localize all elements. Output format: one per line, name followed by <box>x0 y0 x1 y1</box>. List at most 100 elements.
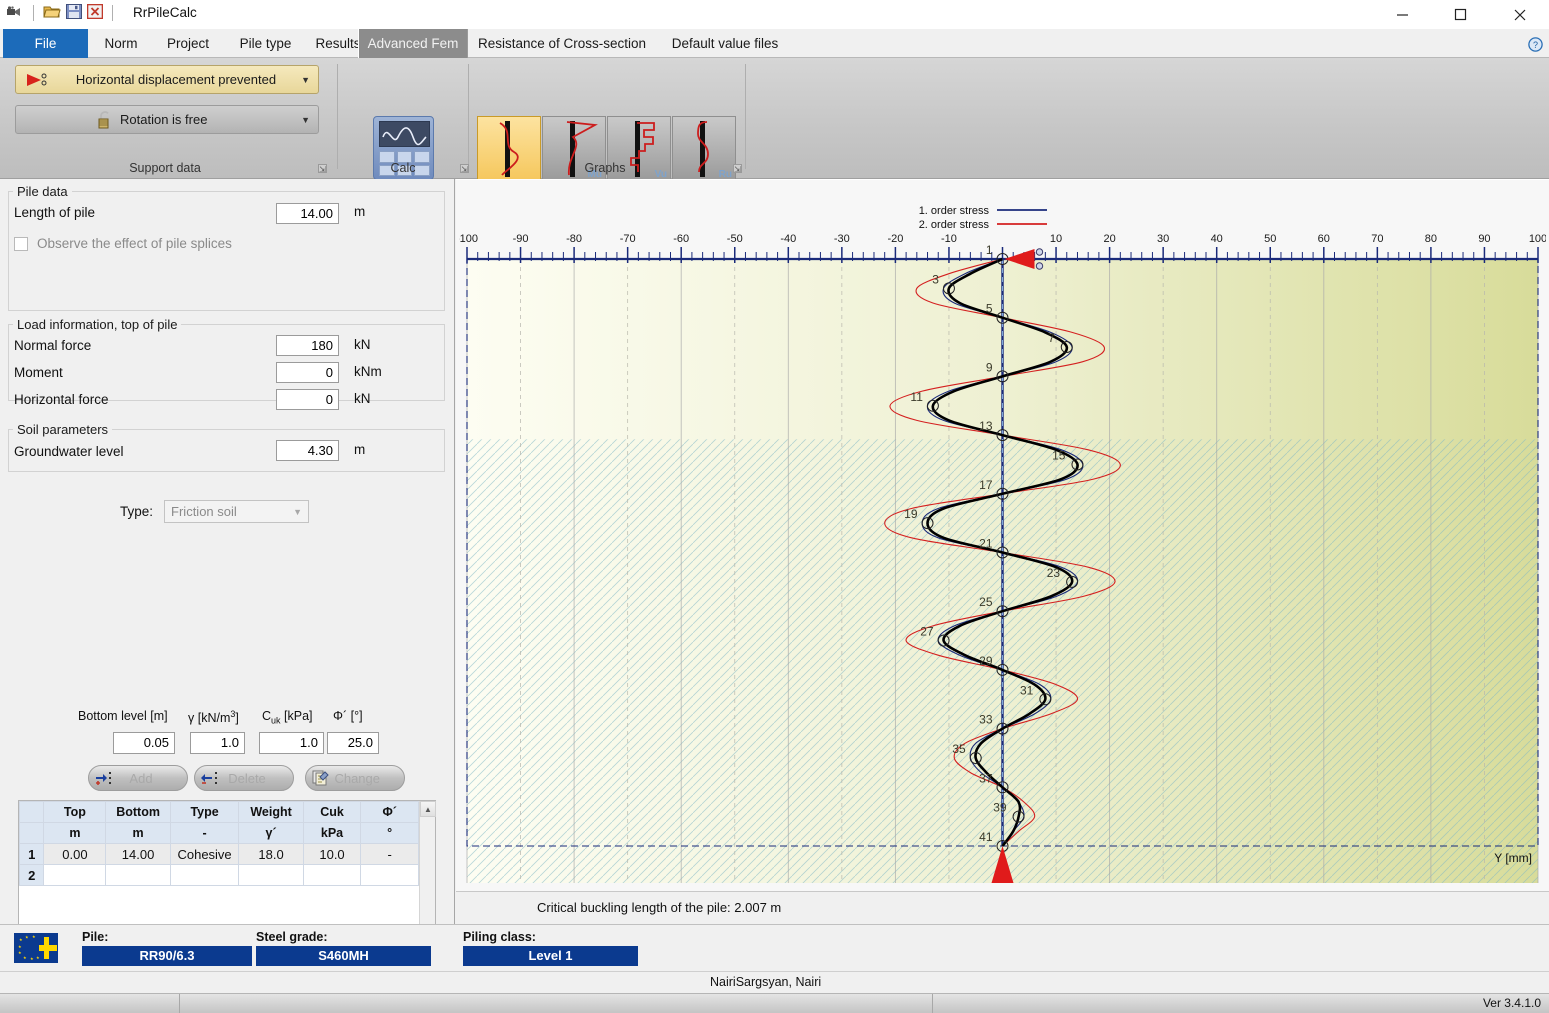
svg-text:50: 50 <box>1264 233 1276 245</box>
table-row[interactable]: 2 <box>18 864 419 886</box>
soil-type-select[interactable]: Friction soil ▼ <box>164 500 310 523</box>
unlocked-padlock-icon <box>16 110 120 130</box>
graphs-dialog-launcher[interactable]: ⇲ <box>733 164 742 174</box>
horizontal-force-input[interactable]: 0 <box>276 389 339 410</box>
delete-soil-layer-label: Delete <box>228 770 266 786</box>
horizontal-displacement-dropdown[interactable]: Horizontal displacement prevented ▼ <box>15 65 319 94</box>
rotation-dropdown[interactable]: Rotation is free ▼ <box>15 105 319 134</box>
svg-text:-20: -20 <box>887 233 903 245</box>
th-bottom: Bottom <box>105 801 171 823</box>
main-tab-bar: File Norm Project Pile type Results Adva… <box>0 29 1549 58</box>
tab-norm[interactable]: Norm <box>92 29 150 58</box>
row2-cuk[interactable] <box>302 864 362 886</box>
open-folder-icon[interactable] <box>43 4 61 22</box>
svg-text:33: 33 <box>979 713 993 727</box>
svg-text:60: 60 <box>1318 233 1330 245</box>
row2-index: 2 <box>18 864 45 886</box>
delete-soil-layer-button[interactable]: Delete <box>194 765 294 791</box>
table-units-row: m m - γ´ kPa ° <box>18 822 419 844</box>
svg-text:1: 1 <box>986 243 993 257</box>
buckling-graph[interactable]: -100 -90 -80 -70 -60 -50 -40 -30 -20 -10 10 20 30 40 5… <box>459 183 1546 889</box>
svg-text:★: ★ <box>36 955 40 960</box>
row1-top[interactable]: 0.00 <box>43 843 107 865</box>
groundwater-level-input[interactable]: 4.30 <box>276 440 339 461</box>
row2-bottom[interactable] <box>105 864 171 886</box>
svg-text:15: 15 <box>1052 448 1066 462</box>
svg-text:40: 40 <box>1211 233 1223 245</box>
support-data-dialog-launcher[interactable]: ⇲ <box>318 164 327 174</box>
application-window: RrPileCalc File Norm Project Pile type R… <box>0 0 1549 1013</box>
user-name: NairiSargsyan, Nairi <box>710 975 822 989</box>
svg-text:37: 37 <box>979 771 993 785</box>
length-of-pile-input[interactable]: 14.00 <box>276 203 339 224</box>
normal-force-input[interactable]: 180 <box>276 335 339 356</box>
svg-text:-100: -100 <box>459 233 478 245</box>
gamma-input[interactable]: 1.0 <box>190 732 245 754</box>
maximize-button[interactable] <box>1437 0 1483 29</box>
svg-text:35: 35 <box>952 742 966 756</box>
row2-top[interactable] <box>43 864 107 886</box>
observe-splices-checkbox[interactable] <box>14 236 28 251</box>
moment-input[interactable]: 0 <box>276 362 339 383</box>
observe-splices-row[interactable]: Observe the effect of pile splices <box>14 236 232 251</box>
svg-text:70: 70 <box>1371 233 1383 245</box>
th-index <box>18 801 45 823</box>
bottom-level-input[interactable]: 0.05 <box>113 732 175 754</box>
svg-text:-70: -70 <box>620 233 636 245</box>
svg-text:★: ★ <box>30 956 34 961</box>
svg-text:Y [mm]: Y [mm] <box>1494 851 1532 865</box>
svg-text:-80: -80 <box>566 233 582 245</box>
row2-weight[interactable] <box>238 864 304 886</box>
svg-text:23: 23 <box>1047 566 1061 580</box>
tab-file[interactable]: File <box>3 29 88 58</box>
row1-weight[interactable]: 18.0 <box>238 843 304 865</box>
svg-text:-60: -60 <box>673 233 689 245</box>
svg-text:41: 41 <box>979 830 993 844</box>
eu-flag-icon: ★ ★ ★ ★ ★ ★ ★ ★ <box>14 933 58 963</box>
calc-dialog-launcher[interactable]: ⇲ <box>460 164 469 174</box>
add-soil-layer-button[interactable]: Add <box>88 765 188 791</box>
row1-bottom[interactable]: 14.00 <box>105 843 171 865</box>
tu-type: - <box>169 822 240 844</box>
row1-type[interactable]: Cohesive <box>169 843 240 865</box>
svg-text:17: 17 <box>979 478 993 492</box>
camera-icon[interactable] <box>6 5 24 22</box>
tab-project[interactable]: Project <box>152 29 224 58</box>
svg-text:2. order stress: 2. order stress <box>919 219 990 231</box>
group-label-support-data: Support data <box>129 161 201 175</box>
steel-grade-label: Steel grade: <box>256 930 328 944</box>
help-icon[interactable]: ? <box>1528 37 1543 52</box>
tab-default-value-files[interactable]: Default value files <box>658 29 792 58</box>
svg-text:25: 25 <box>979 595 993 609</box>
version-text: Ver 3.4.1.0 <box>1482 996 1541 1010</box>
row1-cuk[interactable]: 10.0 <box>302 843 362 865</box>
svg-text:30: 30 <box>1157 233 1169 245</box>
close-document-icon[interactable] <box>86 3 104 22</box>
title-bar: RrPileCalc <box>0 0 1549 29</box>
close-button[interactable] <box>1497 0 1543 29</box>
tab-advanced-fem[interactable]: Advanced Fem <box>358 29 468 58</box>
quick-access-toolbar <box>6 3 117 22</box>
phi-header: Φ´ [°] <box>333 709 363 723</box>
svg-text:3: 3 <box>932 272 939 286</box>
phi-input[interactable]: 25.0 <box>327 732 379 754</box>
row1-index: 1 <box>18 843 45 865</box>
soil-layers-table: Top Bottom Type Weight Cuk Φ´ m m - γ´ k… <box>18 801 419 886</box>
minimize-button[interactable] <box>1379 0 1425 29</box>
tab-pile-type[interactable]: Pile type <box>226 29 305 58</box>
row1-phi[interactable]: - <box>360 843 419 865</box>
steel-grade-value: S460MH <box>256 946 431 966</box>
row2-phi[interactable] <box>360 864 419 886</box>
change-soil-layer-button[interactable]: Change <box>305 765 405 791</box>
window-title: RrPileCalc <box>133 5 197 20</box>
gamma-header: γ [kN/m3] <box>188 709 239 726</box>
tab-resistance-of-cross-section[interactable]: Resistance of Cross-section <box>473 29 651 58</box>
svg-text:10: 10 <box>1050 233 1062 245</box>
row2-type[interactable] <box>169 864 240 886</box>
scroll-up-icon[interactable]: ▲ <box>420 801 436 817</box>
svg-text:11: 11 <box>910 390 923 404</box>
table-row[interactable]: 1 0.00 14.00 Cohesive 18.0 10.0 - <box>18 843 419 865</box>
piling-class-value: Level 1 <box>463 946 638 966</box>
cuk-input[interactable]: 1.0 <box>259 732 324 754</box>
save-icon[interactable] <box>66 4 82 22</box>
